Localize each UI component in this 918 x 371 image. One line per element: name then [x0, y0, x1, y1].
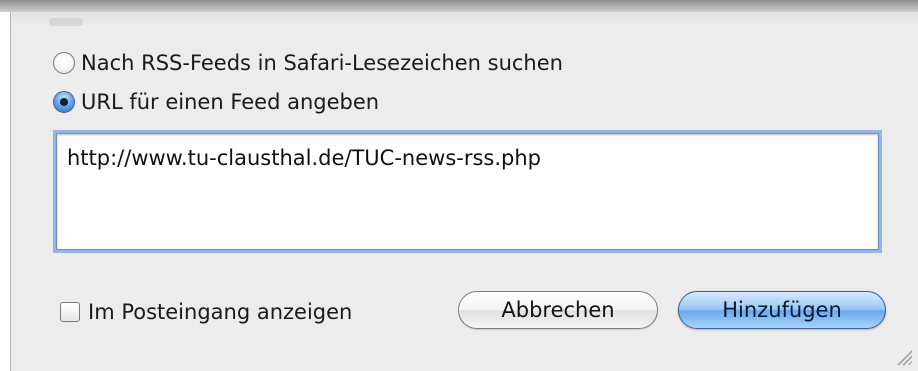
window-titlebar-edge	[0, 0, 918, 12]
show-in-inbox-option[interactable]: Im Posteingang anzeigen	[60, 297, 352, 327]
dialog-window: Nach RSS-Feeds in Safari-Lesezeichen suc…	[0, 0, 918, 371]
radio-dot-icon	[60, 98, 68, 106]
radio-button-selected[interactable]	[53, 91, 75, 113]
add-button[interactable]: Hinzufügen	[678, 291, 886, 329]
radio-button-unselected[interactable]	[53, 52, 75, 74]
sheet-tab-shadow	[49, 18, 83, 26]
option-search-safari-bookmarks[interactable]: Nach RSS-Feeds in Safari-Lesezeichen suc…	[53, 48, 563, 78]
option-label: Nach RSS-Feeds in Safari-Lesezeichen suc…	[81, 51, 563, 75]
option-label: URL für einen Feed angeben	[81, 90, 380, 114]
feed-url-input[interactable]: http://www.tu-clausthal.de/TUC-news-rss.…	[56, 133, 879, 250]
show-in-inbox-checkbox[interactable]	[60, 302, 80, 322]
cancel-button[interactable]: Abbrechen	[458, 291, 658, 329]
resize-grip-icon[interactable]	[896, 349, 912, 365]
option-enter-feed-url[interactable]: URL für einen Feed angeben	[53, 87, 379, 117]
checkbox-label: Im Posteingang anzeigen	[88, 300, 353, 324]
